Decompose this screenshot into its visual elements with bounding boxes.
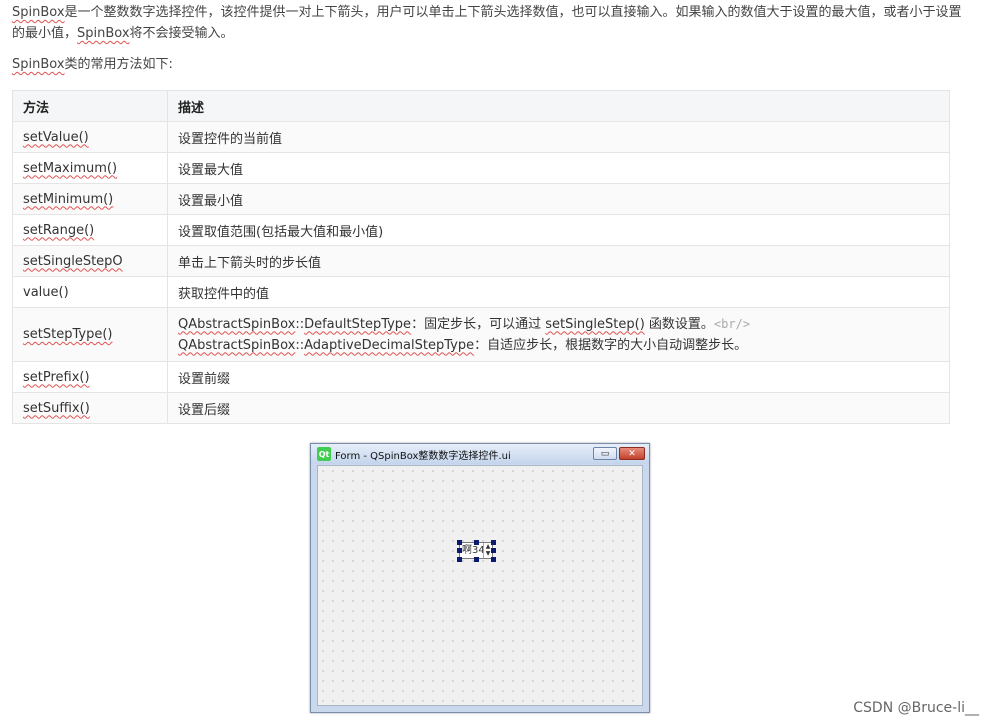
method-name: setMinimum() bbox=[23, 191, 114, 207]
methods-intro-text: 类的常用方法如下: bbox=[64, 57, 173, 72]
desc-text: 函数设置。 bbox=[644, 316, 714, 332]
table-row: setMinimum() 设置最小值 bbox=[12, 183, 950, 215]
enum-name: AdaptiveDecimalStepType bbox=[304, 337, 475, 353]
header-method: 方法 bbox=[12, 90, 168, 122]
method-name: setRange() bbox=[23, 222, 95, 238]
table-row: setSingleStepO 单击上下箭头时的步长值 bbox=[12, 245, 950, 277]
desc-text: ：固定步长，可以通过 bbox=[411, 316, 546, 332]
br-tag: <br/> bbox=[713, 316, 751, 331]
table-header-row: 方法 描述 bbox=[12, 90, 950, 122]
table-row: setValue() 设置控件的当前值 bbox=[12, 121, 950, 153]
qt-logo-icon: Qt bbox=[317, 447, 331, 461]
method-name: setSuffix() bbox=[23, 400, 90, 416]
cls-name: QAbstractSpinBox bbox=[178, 337, 296, 353]
term-spinbox-2: SpinBox bbox=[77, 26, 130, 41]
method-desc: QAbstractSpinBox::DefaultStepType：固定步长，可… bbox=[167, 307, 950, 362]
selection-handle[interactable] bbox=[474, 557, 479, 562]
selection-handle[interactable] bbox=[491, 548, 496, 553]
intro-text-b: 将不会接受输入。 bbox=[129, 26, 234, 41]
window-controls: ▭ ✕ bbox=[591, 447, 645, 460]
selection-handle[interactable] bbox=[491, 557, 496, 562]
method-name: value() bbox=[23, 284, 69, 300]
fn-name: setSingleStep() bbox=[545, 316, 645, 332]
selection-handle[interactable] bbox=[457, 540, 462, 545]
method-desc: 设置前缀 bbox=[167, 361, 950, 393]
table-row: setPrefix() 设置前缀 bbox=[12, 361, 950, 393]
methods-intro: SpinBox类的常用方法如下: bbox=[12, 54, 173, 75]
close-button[interactable]: ✕ bbox=[619, 447, 645, 460]
table-row: setRange() 设置取值范围(包括最大值和最小值) bbox=[12, 214, 950, 246]
close-icon: ✕ bbox=[628, 448, 636, 459]
method-name: setMaximum() bbox=[23, 160, 118, 176]
qt-designer-window: Qt Form - QSpinBox整数数字选择控件.ui ▭ ✕ 啊34 ▲ … bbox=[310, 443, 650, 713]
table-row: value() 获取控件中的值 bbox=[12, 276, 950, 308]
scope-sep: :: bbox=[295, 337, 305, 353]
header-desc: 描述 bbox=[167, 90, 950, 122]
method-desc: 设置最大值 bbox=[167, 152, 950, 184]
method-name: setStepType() bbox=[23, 327, 113, 342]
method-desc: 设置后缀 bbox=[167, 392, 950, 424]
window-titlebar[interactable]: Qt Form - QSpinBox整数数字选择控件.ui ▭ ✕ bbox=[311, 444, 649, 464]
method-name: setPrefix() bbox=[23, 369, 90, 385]
window-title: Form - QSpinBox整数数字选择控件.ui bbox=[335, 450, 511, 462]
method-desc: 设置取值范围(包括最大值和最小值) bbox=[167, 214, 950, 246]
selection-handle[interactable] bbox=[457, 557, 462, 562]
table-row: setSuffix() 设置后缀 bbox=[12, 392, 950, 424]
methods-table: 方法 描述 setValue() 设置控件的当前值 setMaximum() 设… bbox=[12, 90, 950, 424]
method-desc: 单击上下箭头时的步长值 bbox=[167, 245, 950, 277]
intro-paragraph: SpinBox是一个整数数字选择控件，该控件提供一对上下箭头，用户可以单击上下箭… bbox=[12, 2, 962, 44]
minimize-button[interactable]: ▭ bbox=[593, 447, 617, 460]
term-spinbox-3: SpinBox bbox=[12, 57, 65, 72]
table-row: setMaximum() 设置最大值 bbox=[12, 152, 950, 184]
method-desc: 设置最小值 bbox=[167, 183, 950, 215]
method-name: setValue() bbox=[23, 129, 89, 145]
selection-handle[interactable] bbox=[491, 540, 496, 545]
method-name: setSingleStepO bbox=[23, 253, 123, 269]
cls-name: QAbstractSpinBox bbox=[178, 316, 296, 332]
csdn-watermark: CSDN @Bruce-li__ bbox=[853, 700, 979, 716]
selection-handle[interactable] bbox=[457, 548, 462, 553]
selection-handle[interactable] bbox=[474, 540, 479, 545]
minimize-icon: ▭ bbox=[600, 448, 610, 459]
desc-text: ：自适应步长，根据数字的大小自动调整步长。 bbox=[474, 337, 748, 353]
form-canvas[interactable]: 啊34 ▲ ▼ bbox=[317, 465, 643, 706]
method-desc: 设置控件的当前值 bbox=[167, 121, 950, 153]
term-spinbox: SpinBox bbox=[12, 5, 65, 20]
table-row: setStepType() QAbstractSpinBox::DefaultS… bbox=[12, 307, 950, 362]
spinbox-value: 啊34 bbox=[462, 545, 485, 556]
enum-name: DefaultStepType bbox=[304, 316, 412, 332]
method-desc: 获取控件中的值 bbox=[167, 276, 950, 308]
scope-sep: :: bbox=[295, 316, 305, 332]
